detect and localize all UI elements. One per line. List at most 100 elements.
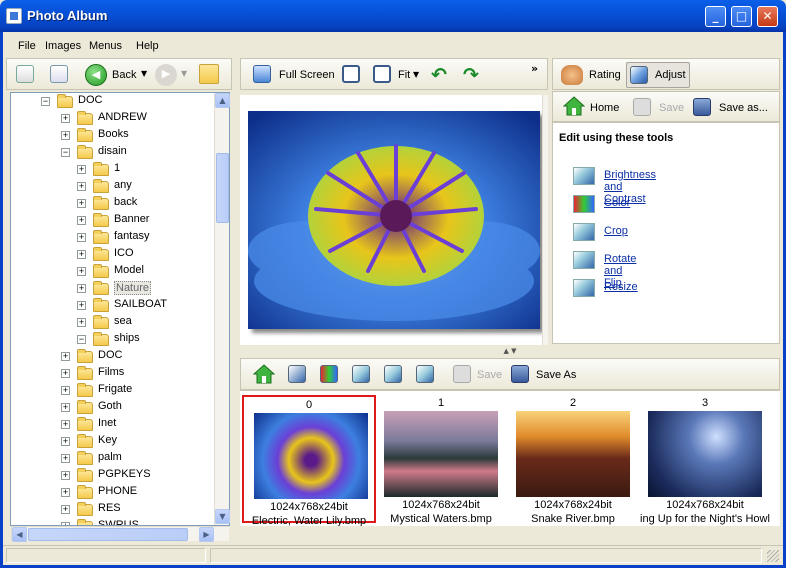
tree-item[interactable]: + ANDREW <box>11 110 211 127</box>
resize-link[interactable]: Resize <box>604 281 638 293</box>
scroll-up-icon[interactable]: ▲ <box>215 93 230 108</box>
fit-button[interactable]: Fit <box>398 69 410 81</box>
tree-item-label[interactable]: PHONE <box>98 485 137 497</box>
thumbnail-strip[interactable]: 0 1024x768x24bit Electric, Water Lily.bm… <box>240 390 780 526</box>
forward-arrow-icon[interactable]: ▶ <box>155 64 177 86</box>
back-button[interactable]: Back <box>112 69 136 81</box>
collapse-icon[interactable]: − <box>41 97 50 106</box>
fit-icon[interactable] <box>373 65 391 83</box>
expand-icon[interactable]: + <box>61 352 70 361</box>
rotate-right-icon[interactable]: ↷ <box>463 64 479 86</box>
tree-item[interactable]: + PGPKEYS <box>11 467 211 484</box>
horizontal-splitter[interactable]: ▲ ▼ <box>240 346 780 356</box>
tree-item-label[interactable]: disain <box>98 145 127 157</box>
full-screen-icon[interactable] <box>253 65 271 83</box>
tree-item[interactable]: + Key <box>11 433 211 450</box>
tree-item[interactable]: + Nature <box>11 280 211 297</box>
tree-item-label[interactable]: ICO <box>114 247 134 259</box>
tree-item[interactable]: + Model <box>11 263 211 280</box>
viewer-splitter-handle[interactable] <box>542 95 548 345</box>
expand-icon[interactable]: + <box>61 131 70 140</box>
tree-view-icon[interactable] <box>16 65 34 83</box>
tree-item[interactable]: + palm <box>11 450 211 467</box>
expand-icon[interactable]: + <box>77 267 86 276</box>
tree-item[interactable]: + ICO <box>11 246 211 263</box>
tree-horizontal-scrollbar[interactable]: ◀ ▶ <box>11 526 229 542</box>
thumbnail-item[interactable]: 3 1024x768x24bit ing Up for the Night's … <box>638 395 772 525</box>
home-button[interactable]: Home <box>590 102 619 114</box>
tree-item[interactable]: + Goth <box>11 399 211 416</box>
crop-link[interactable]: Crop <box>604 225 628 237</box>
save-button-disabled[interactable]: Save <box>659 102 684 114</box>
expand-icon[interactable]: + <box>77 318 86 327</box>
brightness-icon[interactable] <box>288 365 306 383</box>
thumbnail-item[interactable]: 0 1024x768x24bit Electric, Water Lily.bm… <box>242 395 376 526</box>
tree-item[interactable]: + back <box>11 195 211 212</box>
fit-dropdown-icon[interactable]: ▼ <box>413 70 419 79</box>
toolbar-overflow-button[interactable]: » <box>531 62 538 75</box>
title-bar[interactable]: Photo Album _ □ ✕ <box>0 0 786 32</box>
home-icon[interactable] <box>252 364 276 384</box>
actual-size-icon[interactable] <box>342 65 360 83</box>
tree-item-label[interactable]: Key <box>98 434 117 446</box>
full-screen-button[interactable]: Full Screen <box>279 69 335 81</box>
adjust-tab[interactable]: Adjust <box>655 69 686 81</box>
hscroll-thumb[interactable] <box>28 528 188 541</box>
thumbnail-item[interactable]: 2 1024x768x24bit Snake River.bmp <box>506 395 640 525</box>
tree-item-label[interactable]: fantasy <box>114 230 149 242</box>
menu-images[interactable]: Images <box>45 40 81 52</box>
adjust-tab-frame[interactable]: Adjust <box>626 62 690 88</box>
back-arrow-icon[interactable]: ◀ <box>85 64 107 86</box>
menu-file[interactable]: File <box>18 40 36 52</box>
expand-icon[interactable]: + <box>77 216 86 225</box>
scroll-left-icon[interactable]: ◀ <box>12 527 27 542</box>
expand-icon[interactable]: + <box>61 454 70 463</box>
tree-item[interactable]: + Films <box>11 365 211 382</box>
tree-item-label[interactable]: RES <box>98 502 121 514</box>
tree-item[interactable]: − disain <box>11 144 211 161</box>
expand-icon[interactable]: + <box>77 182 86 191</box>
color-link[interactable]: Color <box>604 197 630 209</box>
tree-item-label[interactable]: ANDREW <box>98 111 147 123</box>
tree-item-label[interactable]: Frigate <box>98 383 132 395</box>
expand-icon[interactable]: + <box>77 301 86 310</box>
tree-item-label[interactable]: PGPKEYS <box>98 468 151 480</box>
tree-item[interactable]: + SWRUS <box>11 518 211 525</box>
tree-item[interactable]: + DOC <box>11 348 211 365</box>
vertical-splitter[interactable] <box>232 58 238 544</box>
tree-item[interactable]: + any <box>11 178 211 195</box>
thumbnail-item[interactable]: 1 1024x768x24bit Mystical Waters.bmp <box>374 395 508 525</box>
collapse-icon[interactable]: − <box>77 335 86 344</box>
tree-item[interactable]: + Books <box>11 127 211 144</box>
scroll-down-icon[interactable]: ▼ <box>215 509 230 524</box>
tree-item-label[interactable]: Model <box>114 264 144 276</box>
crop-icon[interactable] <box>352 365 370 383</box>
tree-item[interactable]: + Inet <box>11 416 211 433</box>
save-as-button[interactable]: Save as... <box>719 102 768 114</box>
tree-item-label[interactable]: SAILBOAT <box>114 298 167 310</box>
tree-item-label[interactable]: ships <box>114 332 140 344</box>
forward-dropdown-icon[interactable]: ▼ <box>181 69 187 78</box>
expand-icon[interactable]: + <box>61 505 70 514</box>
tree-item-label[interactable]: any <box>114 179 132 191</box>
expand-icon[interactable]: + <box>77 233 86 242</box>
color-icon[interactable] <box>320 365 338 383</box>
expand-icon[interactable]: + <box>61 437 70 446</box>
minimize-button[interactable]: _ <box>705 6 726 27</box>
tree-item-label[interactable]: Banner <box>114 213 149 225</box>
save-as-button[interactable]: Save As <box>536 369 576 381</box>
expand-icon[interactable]: + <box>77 284 86 293</box>
expand-icon[interactable]: + <box>77 250 86 259</box>
expand-icon[interactable]: + <box>61 386 70 395</box>
expand-icon[interactable]: + <box>77 165 86 174</box>
expand-icon[interactable]: + <box>61 403 70 412</box>
tree-item[interactable]: + Frigate <box>11 382 211 399</box>
tree-item-label[interactable]: sea <box>114 315 132 327</box>
rotate-left-icon[interactable]: ↶ <box>431 64 447 86</box>
tree-item-label[interactable]: back <box>114 196 137 208</box>
tree-item-label[interactable]: Nature <box>114 281 152 295</box>
tree-item[interactable]: + RES <box>11 501 211 518</box>
menu-menus[interactable]: Menus <box>89 40 122 52</box>
tree-item[interactable]: + PHONE <box>11 484 211 501</box>
tree-item-label[interactable]: Inet <box>98 417 116 429</box>
